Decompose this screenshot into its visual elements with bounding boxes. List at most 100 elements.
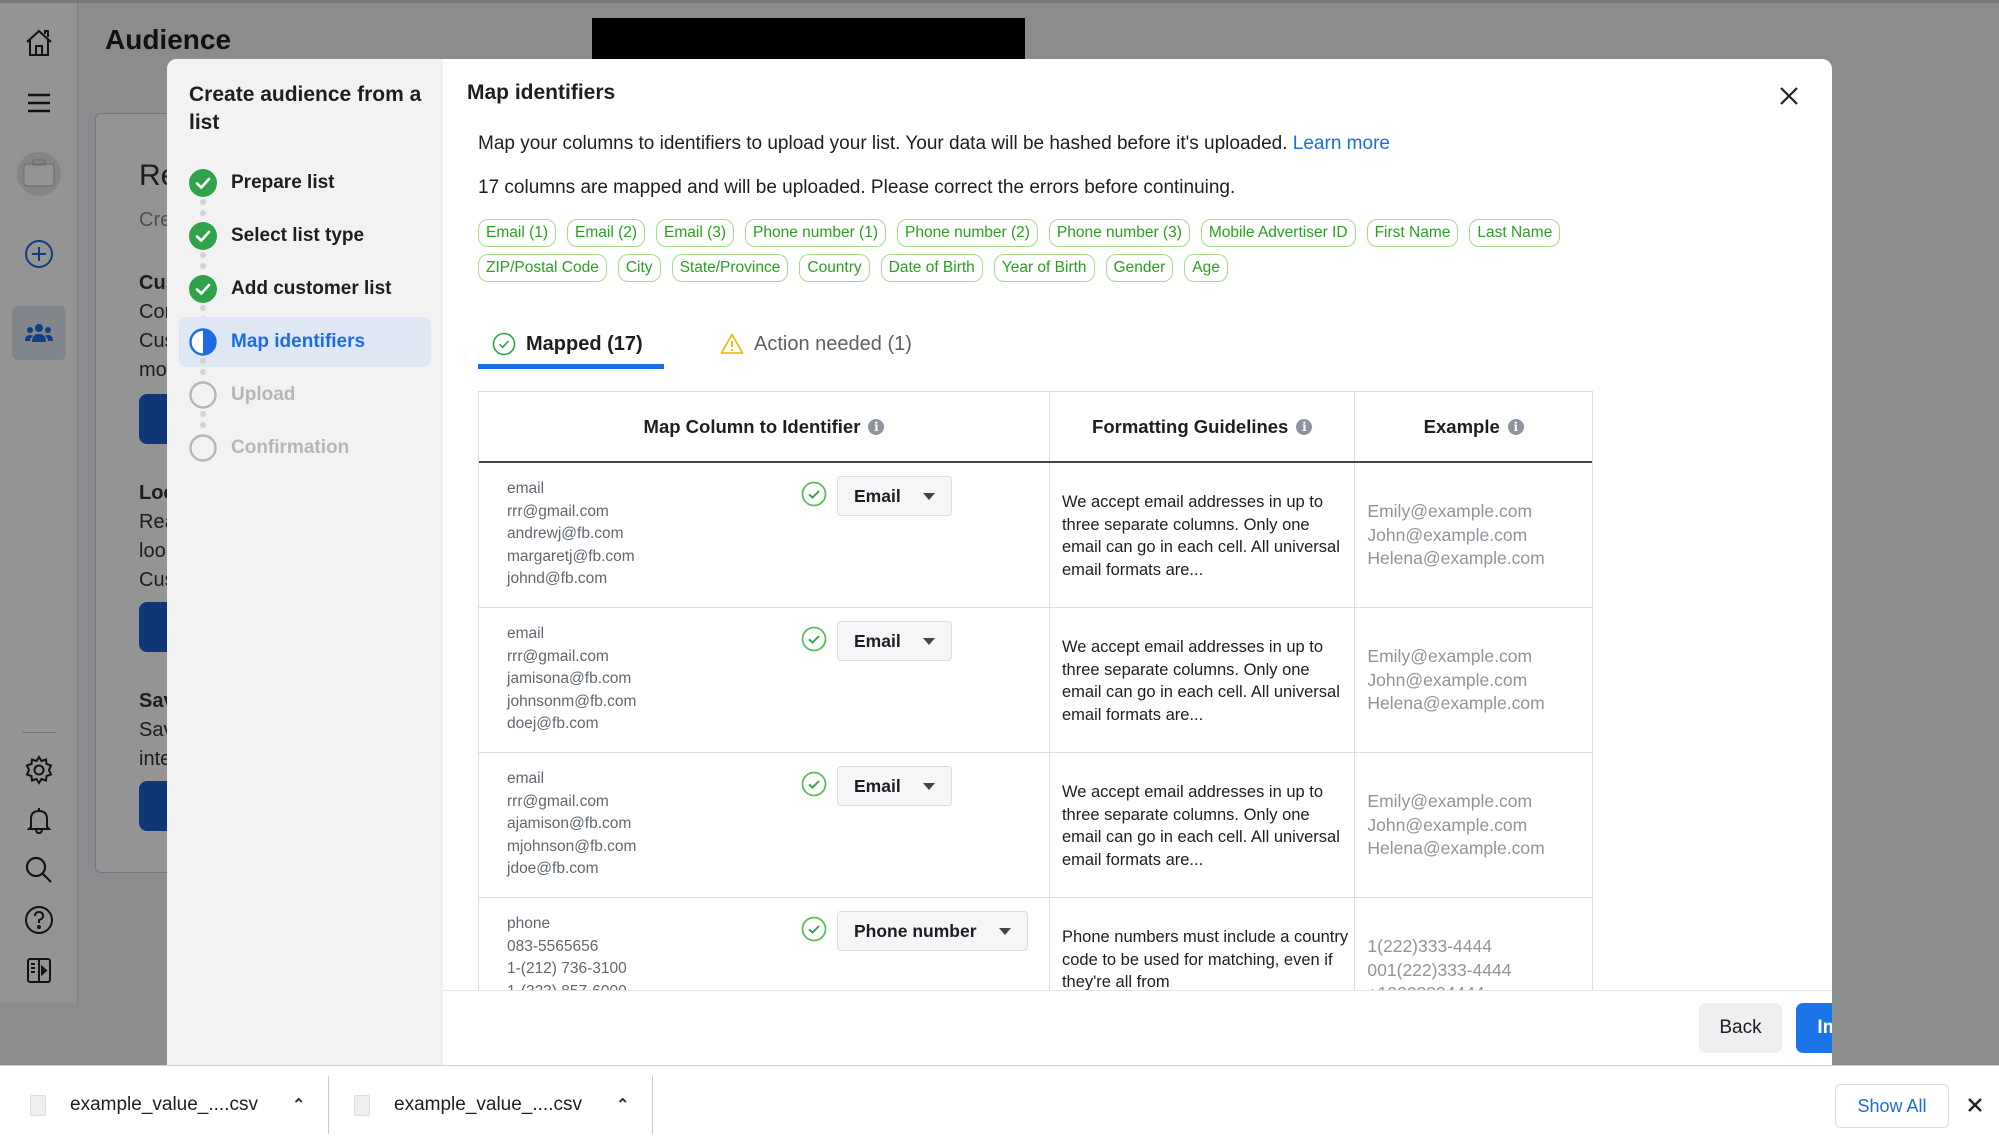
info-icon[interactable]: i: [868, 418, 885, 435]
table-row: email rrr@gmail.com jamisona@fb.com johnson…: [479, 608, 1592, 753]
example-cell: Emily@example.com John@example.com Helena@…: [1355, 608, 1592, 752]
header-map-column: Map Column to Identifier i: [479, 392, 1050, 461]
check-circle-icon: [189, 222, 217, 250]
example-list: Emily@example.com John@example.com Helena@…: [1367, 645, 1544, 716]
identifier-dropdown[interactable]: Email: [837, 766, 952, 806]
tab-mapped[interactable]: Mapped (17): [492, 324, 643, 364]
import-create-button[interactable]: Import & create: [1796, 1003, 1832, 1053]
identifier-dropdown[interactable]: Phone number: [837, 911, 1028, 951]
content-title: Map identifiers: [467, 81, 616, 104]
identifier-dropdown[interactable]: Email: [837, 621, 952, 661]
table-header: Map Column to Identifier i Formatting Gui…: [479, 392, 1592, 463]
modal-footer: Back Import & create: [443, 990, 1832, 1065]
example-value: John@example.com: [1367, 814, 1528, 835]
example-list: Emily@example.com John@example.com Helena@…: [1367, 790, 1544, 861]
check-circle-outline-icon: [801, 771, 827, 797]
guideline-text: We accept email addresses in up to three…: [1061, 638, 1340, 724]
mapping-tabs: Mapped (17) Action needed (1): [478, 324, 918, 369]
column-value: 1-(212) 736-3100: [507, 960, 627, 977]
column-preview: email rrr@gmail.com jamisona@fb.com johnson…: [507, 623, 636, 736]
guideline-cell: We accept email addresses in up to three…: [1050, 753, 1356, 897]
description: Map your columns to identifiers to uploa…: [478, 133, 1390, 155]
identifier-chip: Last Name: [1469, 219, 1561, 247]
half-circle-progress-icon: [189, 328, 217, 356]
downloads-bar: example_value_....csv ⌃ example_value_..…: [0, 1065, 1999, 1143]
tab-action-needed[interactable]: Action needed (1): [720, 324, 912, 364]
identifier-chip: Year of Birth: [993, 254, 1095, 282]
chevron-up-icon[interactable]: ⌃: [292, 1095, 305, 1115]
description-text: Map your columns to identifiers to uploa…: [478, 133, 1288, 154]
column-value: margaretj@fb.com: [507, 547, 635, 565]
example-cell: Emily@example.com John@example.com Helena@…: [1355, 753, 1592, 897]
column-value: email: [507, 625, 545, 642]
steps-title: Create audience from a list: [189, 83, 422, 134]
caret-down-icon: [922, 637, 935, 645]
download-item[interactable]: example_value_....csv ⌃: [30, 1066, 305, 1143]
identifier-dropdown[interactable]: Email: [837, 476, 952, 516]
identifier-chip: Phone number (2): [896, 219, 1038, 247]
caret-down-icon: [922, 492, 935, 500]
close-icon[interactable]: [1774, 81, 1804, 111]
identifier-selected: Email: [854, 775, 901, 796]
back-button[interactable]: Back: [1699, 1003, 1782, 1053]
warning-icon: [720, 333, 744, 354]
create-audience-modal: Create audience from a list Prepare list…: [167, 59, 1832, 1065]
info-icon[interactable]: i: [1296, 418, 1313, 435]
example-value: 001(222)333-4444: [1367, 959, 1512, 980]
guideline-text: We accept email addresses in up to three…: [1061, 783, 1340, 869]
file-icon: [30, 1094, 46, 1116]
steps-panel: Create audience from a list Prepare list…: [167, 59, 443, 1065]
download-item[interactable]: example_value_....csv ⌃: [354, 1066, 629, 1143]
identifier-chip: City: [617, 254, 661, 282]
mapping-status: 17 columns are mapped and will be upload…: [478, 177, 1236, 198]
identifier-selected: Email: [854, 485, 901, 506]
column-value: phone: [507, 915, 551, 932]
check-circle-icon: [189, 275, 217, 303]
step-select-list-type: Select list type: [179, 211, 431, 261]
step-label: Confirmation: [231, 437, 350, 458]
download-filename: example_value_....csv: [70, 1094, 258, 1115]
guideline-cell: We accept email addresses in up to three…: [1050, 608, 1356, 752]
caret-down-icon: [998, 927, 1011, 935]
example-value: Emily@example.com: [1367, 791, 1533, 811]
step-map-identifiers: Map identifiers: [179, 317, 431, 367]
identifier-chip: Phone number (1): [745, 219, 886, 247]
map-identifiers-content: Map identifiers Map your columns to iden…: [443, 59, 1832, 1065]
check-circle-outline-icon: [492, 332, 516, 356]
learn-more-link[interactable]: Learn more: [1293, 133, 1390, 154]
column-value: jamisona@fb.com: [507, 670, 632, 687]
show-all-button[interactable]: Show All: [1835, 1084, 1949, 1128]
identifier-chip: Gender: [1105, 254, 1174, 282]
column-preview: email rrr@gmail.com ajamison@fb.com mjohnso…: [507, 768, 636, 881]
file-icon: [354, 1094, 370, 1116]
example-value: John@example.com: [1367, 524, 1528, 545]
column-value: rrr@gmail.com: [507, 792, 609, 810]
example-value: Emily@example.com: [1367, 501, 1533, 521]
step-label: Add customer list: [231, 278, 392, 299]
step-add-customer-list: Add customer list: [179, 264, 431, 314]
example-value: John@example.com: [1367, 669, 1528, 690]
example-value: Helena@example.com: [1367, 838, 1545, 858]
step-label: Upload: [231, 384, 296, 405]
active-tab-indicator: [478, 364, 664, 369]
column-value: rrr@gmail.com: [507, 647, 609, 665]
guideline-text: We accept email addresses in up to three…: [1061, 493, 1340, 579]
identifier-chip: Date of Birth: [880, 254, 983, 282]
download-filename: example_value_....csv: [394, 1094, 582, 1115]
column-value: email: [507, 770, 545, 787]
identifier-chip: Country: [799, 254, 870, 282]
column-value: rrr@gmail.com: [507, 502, 609, 520]
identifier-chips: Email (1) Email (2) Email (3) Phone number …: [478, 219, 1628, 282]
chevron-up-icon[interactable]: ⌃: [616, 1095, 629, 1115]
empty-circle-icon: [189, 434, 217, 462]
tab-label: Action needed (1): [754, 332, 912, 355]
close-downloads-icon[interactable]: [1962, 1092, 1988, 1118]
info-icon[interactable]: i: [1507, 418, 1524, 435]
identifier-chip: ZIP/Postal Code: [478, 254, 607, 282]
example-value: Helena@example.com: [1367, 693, 1545, 713]
column-preview: email rrr@gmail.com andrewj@fb.com margaret…: [507, 478, 635, 591]
column-value: mjohnson@fb.com: [507, 837, 637, 855]
column-value: johnd@fb.com: [507, 570, 608, 587]
identifier-chip: Age: [1184, 254, 1228, 282]
example-cell: Emily@example.com John@example.com Helena@…: [1355, 463, 1592, 607]
